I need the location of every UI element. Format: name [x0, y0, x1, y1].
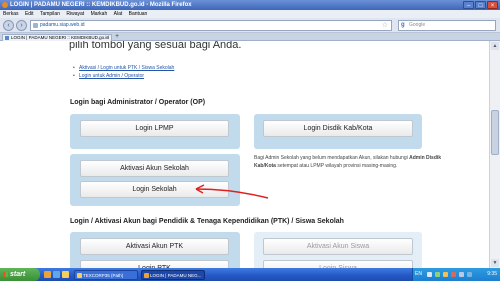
menu-tampilan[interactable]: Tampilan: [40, 11, 60, 17]
panel-ptk: Aktivasi Akun PTK Login PTK: [70, 232, 240, 268]
firefox-icon: [144, 273, 149, 278]
tab-favicon-icon: [5, 36, 9, 40]
tray-volume-icon[interactable]: [443, 272, 448, 277]
link-admin-operator[interactable]: Login untuk Admin / Operator: [73, 72, 174, 80]
menu-edit[interactable]: Edit: [25, 11, 34, 17]
menu-markah[interactable]: Markah: [91, 11, 108, 17]
menu-riwayat[interactable]: Riwayat: [66, 11, 84, 17]
info-text-post: setempat atau LPMP wilayah provinsi masi…: [275, 163, 398, 169]
back-button[interactable]: ‹: [3, 20, 14, 31]
tray-bluetooth-icon[interactable]: [467, 272, 472, 277]
page-scrollbar[interactable]: ▲ ▼: [489, 41, 500, 268]
bookmark-star-icon[interactable]: ☆: [382, 21, 388, 30]
login-disdik-button[interactable]: Login Disdik Kab/Kota: [263, 120, 413, 137]
window-controls: – □ ×: [463, 1, 498, 9]
minimize-button[interactable]: –: [463, 1, 474, 9]
close-button[interactable]: ×: [487, 1, 498, 9]
folder-icon: [77, 273, 82, 278]
taskbar-item-label: LOGIN | PADAMU NEG...: [150, 273, 202, 278]
ptk-section-title: Login / Aktivasi Akun bagi Pendidik & Te…: [70, 218, 344, 225]
tray-app-icon[interactable]: [459, 272, 464, 277]
new-tab-button[interactable]: +: [115, 33, 119, 41]
panel-sekolah: Aktivasi Akun Sekolah Login Sekolah: [70, 154, 240, 206]
tray-network-icon[interactable]: [427, 272, 432, 277]
scroll-thumb[interactable]: [491, 110, 499, 155]
aktivasi-sekolah-button[interactable]: Aktivasi Akun Sekolah: [80, 160, 229, 177]
tab-title: LOGIN | PADAMU NEGERI :: KEMDIKBUD.go.id: [11, 35, 109, 40]
site-identity-icon: [33, 23, 38, 28]
taskbar-item-label: TEXCORP35 (Path): [83, 273, 124, 278]
taskbar-clock: 9:35: [487, 271, 497, 277]
quicklaunch-firefox-icon[interactable]: [44, 271, 51, 278]
quicklaunch-ie-icon[interactable]: [53, 271, 60, 278]
page-heading: pilih tombol yang sesuai bagi Anda.: [69, 41, 242, 51]
panel-disdik: Login Disdik Kab/Kota: [254, 114, 422, 149]
admin-info-text: Bagi Admin Sekolah yang belum mendapatka…: [254, 154, 444, 170]
scroll-up-icon[interactable]: ▲: [491, 42, 499, 50]
window-title: LOGIN | PADAMU NEGERI :: KEMDIKBUD.go.id…: [10, 2, 192, 8]
system-tray: EN 9:35: [412, 268, 500, 281]
login-sekolah-button[interactable]: Login Sekolah: [80, 181, 229, 198]
navigation-bar: ‹ › padamu.siap.web.id ☆ g Google: [0, 18, 500, 33]
menu-berkas[interactable]: Berkas: [3, 11, 19, 17]
menu-bantuan[interactable]: Bantuan: [129, 11, 148, 17]
maximize-button[interactable]: □: [475, 1, 486, 9]
section-links: Aktivasi / Login untuk PTK / Siswa Sekol…: [73, 64, 174, 80]
tab-login-padamu[interactable]: LOGIN | PADAMU NEGERI :: KEMDIKBUD.go.id…: [2, 34, 112, 41]
page-content: pilih tombol yang sesuai bagi Anda. Akti…: [0, 41, 489, 268]
panel-siswa: Aktivasi Akun Siswa Login Siswa: [254, 232, 422, 268]
info-text-pre: Bagi Admin Sekolah yang belum mendapatka…: [254, 155, 410, 161]
language-indicator[interactable]: EN: [415, 268, 422, 281]
tray-antivirus-icon[interactable]: [451, 272, 456, 277]
menu-alat[interactable]: Alat: [114, 11, 123, 17]
search-placeholder: Google: [409, 22, 426, 28]
search-bar[interactable]: g Google: [398, 20, 496, 31]
taskbar-item-texcorp[interactable]: TEXCORP35 (Path): [74, 270, 138, 280]
address-bar[interactable]: padamu.siap.web.id ☆: [30, 20, 392, 31]
tray-security-icon[interactable]: [435, 272, 440, 277]
start-label: start: [10, 271, 26, 278]
login-ptk-button[interactable]: Login PTK: [80, 260, 229, 268]
menu-bar: Berkas Edit Tampilan Riwayat Markah Alat…: [0, 10, 500, 18]
login-lpmp-button[interactable]: Login LPMP: [80, 120, 229, 137]
link-aktivasi-ptk-siswa[interactable]: Aktivasi / Login untuk PTK / Siswa Sekol…: [73, 64, 174, 72]
start-button[interactable]: start: [0, 268, 40, 281]
admin-section-title: Login bagi Administrator / Operator (OP): [70, 99, 206, 106]
aktivasi-siswa-button[interactable]: Aktivasi Akun Siswa: [263, 238, 413, 255]
scroll-down-icon[interactable]: ▼: [491, 259, 499, 267]
forward-button[interactable]: ›: [16, 20, 27, 31]
aktivasi-ptk-button[interactable]: Aktivasi Akun PTK: [80, 238, 229, 255]
google-icon: g: [401, 22, 405, 28]
login-siswa-button[interactable]: Login Siswa: [263, 260, 413, 268]
address-url: padamu.siap.web.id: [40, 22, 85, 28]
taskbar-item-firefox[interactable]: LOGIN | PADAMU NEG...: [141, 270, 205, 280]
tab-bar: LOGIN | PADAMU NEGERI :: KEMDIKBUD.go.id…: [0, 33, 500, 41]
windows-flag-icon: [3, 272, 8, 277]
window-titlebar: LOGIN | PADAMU NEGERI :: KEMDIKBUD.go.id…: [0, 0, 500, 10]
panel-lpmp: Login LPMP: [70, 114, 240, 149]
quicklaunch-folder-icon[interactable]: [62, 271, 69, 278]
firefox-icon: [2, 2, 8, 8]
taskbar: start TEXCORP35 (Path) LOGIN | PADAMU NE…: [0, 268, 500, 281]
